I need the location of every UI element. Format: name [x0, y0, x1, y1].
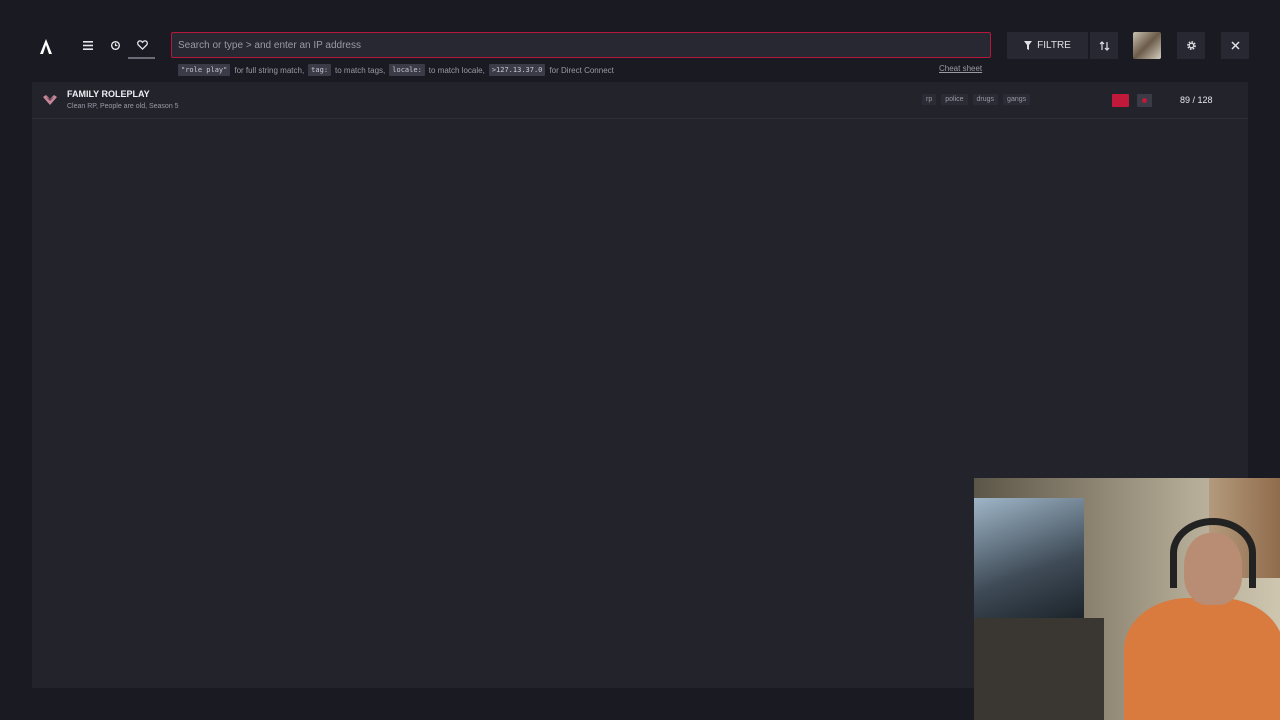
webcam-furniture — [974, 618, 1104, 720]
menu-button[interactable] — [79, 36, 97, 54]
headset-icon — [1170, 518, 1256, 588]
filter-icon — [1024, 41, 1033, 50]
favorites-icon — [136, 40, 148, 50]
hint-code: tag: — [308, 64, 332, 76]
hint-text: for full string match, — [234, 65, 305, 75]
hint-text: to match tags, — [335, 65, 386, 75]
status-dot-icon — [1142, 98, 1147, 103]
favorite-toggle[interactable] — [1137, 94, 1152, 107]
active-tab-indicator — [128, 57, 155, 59]
cheat-sheet-link[interactable]: Cheat sheet — [939, 64, 982, 73]
filter-button[interactable]: FILTRE — [1007, 32, 1088, 59]
search-input[interactable] — [172, 33, 990, 57]
logo-icon — [40, 39, 52, 54]
hint-text: for Direct Connect — [549, 65, 614, 75]
hint-text: to match locale, — [428, 65, 485, 75]
server-name: FAMILY ROLEPLAY — [67, 89, 150, 99]
close-button[interactable] — [1221, 32, 1249, 59]
settings-button[interactable] — [1177, 32, 1205, 59]
avatar[interactable] — [1133, 32, 1161, 59]
webcam-overlay — [974, 478, 1280, 720]
search-box[interactable] — [171, 32, 991, 58]
server-tag[interactable]: police — [941, 94, 968, 105]
hint-code: locale: — [389, 64, 425, 76]
status-badge — [1112, 94, 1129, 107]
server-tags: rp police drugs gangs — [922, 94, 1031, 105]
server-logo-icon — [43, 95, 57, 105]
server-tag[interactable]: rp — [922, 94, 937, 105]
server-tag[interactable]: gangs — [1003, 94, 1031, 105]
history-button[interactable] — [106, 36, 124, 54]
player-count: 89 / 128 — [1180, 95, 1213, 105]
search-hints: "role play" for full string match, tag: … — [178, 64, 618, 76]
close-icon — [1230, 41, 1240, 50]
filter-label: FILTRE — [1037, 40, 1071, 51]
favorites-button[interactable] — [133, 36, 151, 54]
menu-icon — [83, 40, 93, 50]
sort-button[interactable] — [1090, 32, 1118, 59]
server-tag[interactable]: drugs — [972, 94, 999, 105]
history-icon — [110, 40, 120, 50]
settings-icon — [1186, 41, 1196, 50]
sort-icon — [1099, 40, 1109, 51]
webcam-person-body — [1124, 598, 1280, 720]
server-row[interactable]: FAMILY ROLEPLAY Clean RP, People are old… — [32, 82, 1248, 119]
server-description: Clean RP, People are old, Season 5 — [67, 103, 179, 110]
webcam-tv — [974, 498, 1084, 618]
hint-code: >127.13.37.0 — [488, 64, 546, 76]
hint-code: "role play" — [178, 64, 231, 76]
